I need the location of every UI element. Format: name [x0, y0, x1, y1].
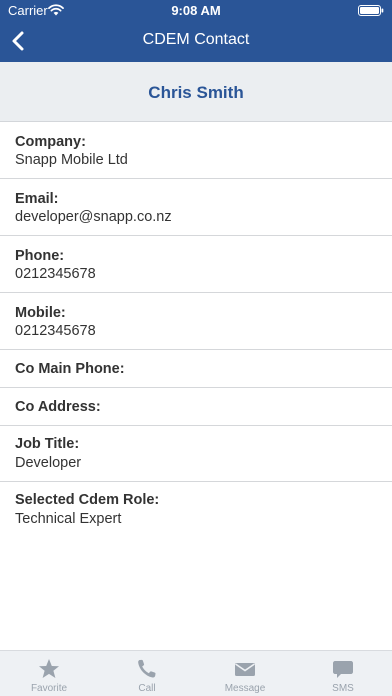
field-label: Phone: [15, 248, 65, 264]
tab-label: Message [224, 683, 266, 694]
field-label: Co Address: [15, 399, 101, 415]
field-value: Developer [15, 455, 82, 471]
tab-sms[interactable]: SMS [294, 651, 392, 696]
field-label: Email: [15, 191, 59, 207]
field-co-address: Co Address: [0, 388, 392, 426]
field-email[interactable]: Email: developer@snapp.co.nz [0, 179, 392, 236]
tab-favorite[interactable]: Favorite [0, 651, 98, 696]
field-cdem-role: Selected Cdem Role: Technical Expert [0, 482, 392, 538]
status-bar: Carrier 9:08 AM [0, 0, 392, 20]
star-icon [39, 659, 59, 678]
tab-label: SMS [332, 683, 354, 694]
field-label: Company: [15, 134, 86, 150]
field-value: Snapp Mobile Ltd [15, 152, 128, 168]
field-co-main-phone: Co Main Phone: [0, 350, 392, 388]
field-company: Company: Snapp Mobile Ltd [0, 122, 392, 179]
field-label: Mobile: [15, 305, 66, 321]
field-value[interactable]: 0212345678 [15, 323, 96, 339]
tab-label: Call [138, 683, 156, 694]
tab-call[interactable]: Call [98, 651, 196, 696]
phone-icon [138, 659, 156, 678]
contact-name: Chris Smith [148, 83, 244, 102]
envelope-icon [235, 663, 255, 676]
field-value: Technical Expert [15, 511, 122, 527]
field-label: Selected Cdem Role: [15, 492, 160, 508]
tab-label: Favorite [30, 683, 68, 694]
field-mobile[interactable]: Mobile: 0212345678 [0, 293, 392, 350]
battery-icon [358, 5, 384, 16]
chat-bubble-icon [333, 661, 353, 678]
field-label: Job Title: [15, 436, 80, 452]
field-value[interactable]: 0212345678 [15, 266, 96, 282]
field-phone[interactable]: Phone: 0212345678 [0, 236, 392, 293]
contact-name-header: Chris Smith [0, 62, 392, 122]
field-value[interactable]: developer@snapp.co.nz [15, 209, 172, 225]
tab-message[interactable]: Message [196, 651, 294, 696]
field-label: Co Main Phone: [15, 361, 125, 377]
field-job-title: Job Title: Developer [0, 426, 392, 482]
status-time: 9:08 AM [171, 3, 221, 18]
nav-bar: CDEM Contact [0, 20, 392, 62]
nav-title: CDEM Contact [142, 31, 250, 48]
tab-bar: Favorite Call Message SMS [0, 650, 392, 696]
